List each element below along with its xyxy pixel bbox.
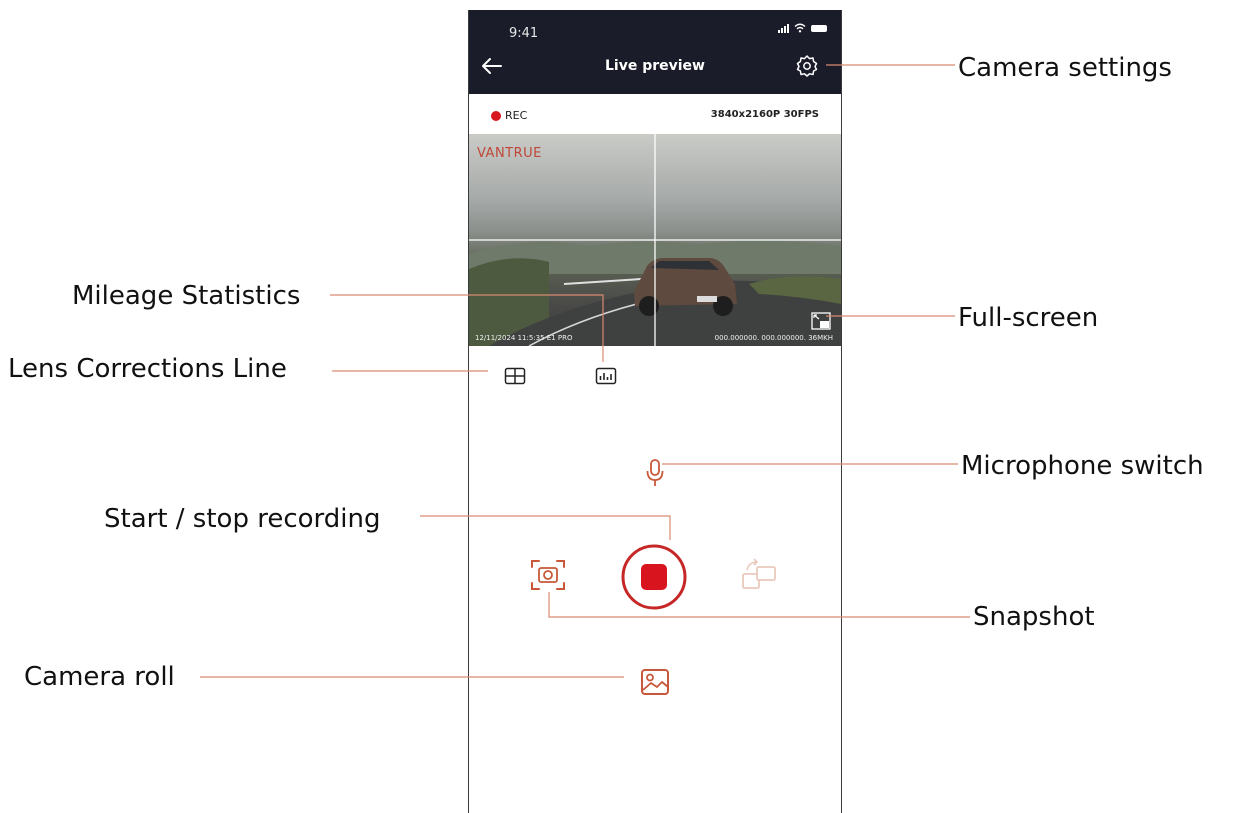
callout-full-screen: Full-screen: [958, 303, 1099, 333]
page-title: Live preview: [605, 58, 705, 74]
callout-mileage-statistics: Mileage Statistics: [72, 281, 301, 311]
signal-icon: [778, 23, 789, 33]
switch-camera-icon: [742, 558, 776, 589]
switch-camera-button[interactable]: [737, 556, 781, 594]
battery-icon: [811, 25, 827, 32]
preview-scene: [469, 134, 841, 346]
gear-icon: [796, 55, 818, 77]
timestamp-overlay: 12/11/2024 11:5:35 E1 PRO: [475, 334, 573, 342]
callout-camera-settings: Camera settings: [958, 53, 1172, 83]
camera-settings-button[interactable]: [793, 52, 821, 80]
record-button[interactable]: [619, 542, 689, 612]
status-time: 9:41: [509, 26, 539, 41]
fullscreen-icon: [811, 312, 831, 330]
camera-icon: [531, 560, 565, 590]
snapshot-button[interactable]: [526, 555, 570, 595]
camera-roll-button[interactable]: [637, 664, 673, 700]
lens-corrections-button[interactable]: [502, 365, 528, 387]
callout-snapshot: Snapshot: [973, 602, 1095, 632]
brand-watermark: VANTRUE: [477, 146, 542, 161]
rec-label: REC: [505, 109, 528, 122]
callout-start-stop-recording: Start / stop recording: [104, 504, 381, 534]
phone-screen: 9:41 Live preview REC 3840x2160P 30FPS V…: [468, 10, 842, 813]
microphone-switch-button[interactable]: [641, 456, 669, 490]
resolution-label: 3840x2160P 30FPS: [710, 109, 819, 120]
live-preview-video[interactable]: VANTRUE 12/11/2024 11:5:35 E1 PRO 000.00…: [469, 134, 841, 346]
status-icons: [778, 23, 827, 33]
callout-lens-corrections: Lens Corrections Line: [8, 354, 287, 384]
full-screen-button[interactable]: [811, 312, 831, 330]
bar-chart-icon: [595, 367, 617, 385]
header-bar: 9:41 Live preview: [469, 10, 841, 94]
microphone-icon: [646, 459, 664, 486]
callout-camera-roll: Camera roll: [24, 662, 175, 692]
rec-indicator-dot: [491, 111, 501, 121]
record-icon: [621, 544, 687, 610]
image-icon: [641, 669, 669, 695]
grid-icon: [504, 367, 526, 385]
callout-microphone-switch: Microphone switch: [961, 451, 1204, 481]
gps-overlay: 000.000000. 000.000000. 36MKH: [714, 334, 833, 342]
mileage-statistics-button[interactable]: [593, 365, 619, 387]
wifi-icon: [794, 23, 806, 33]
